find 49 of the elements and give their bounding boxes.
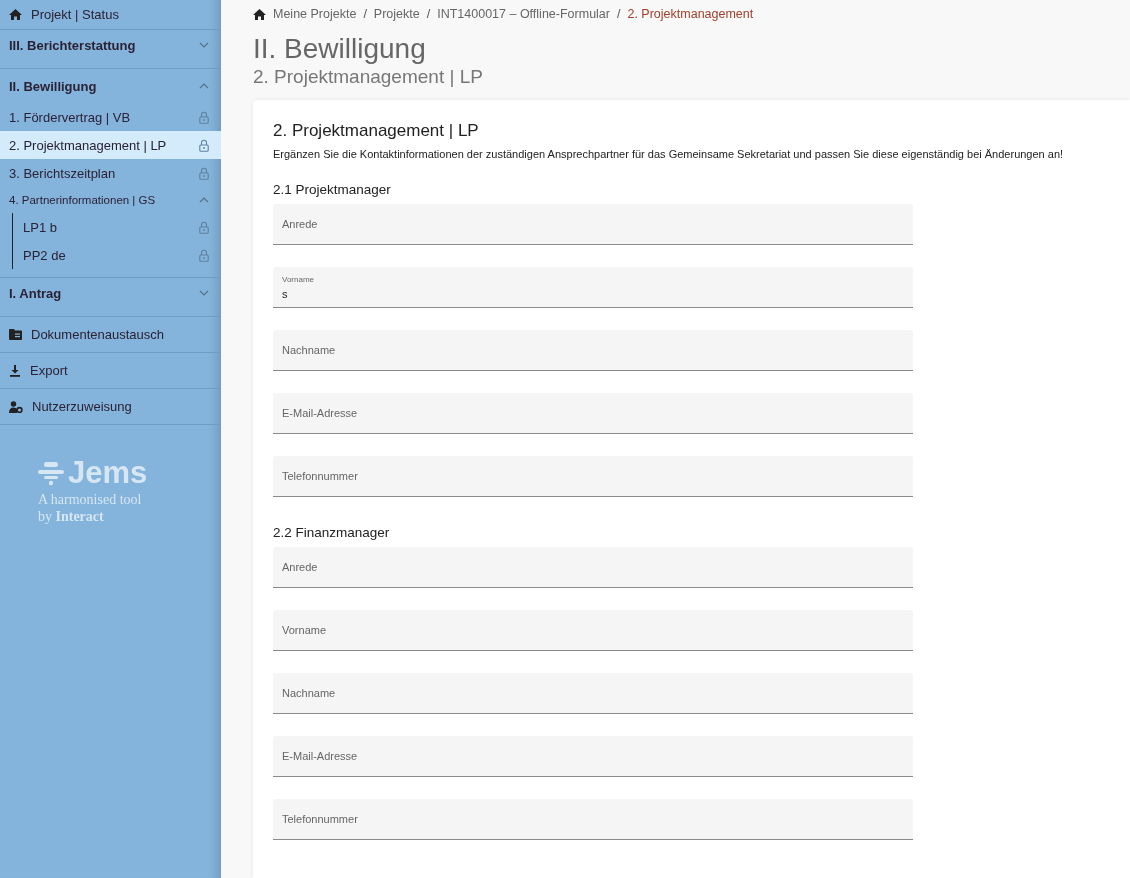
breadcrumb-separator: / — [363, 7, 367, 21]
input-field[interactable]: Anrede — [273, 204, 913, 245]
nav-item[interactable]: LP1 b — [13, 213, 221, 241]
card-title: 2. Projektmanagement | LP — [273, 120, 480, 142]
nav-link[interactable]: Export — [0, 353, 221, 389]
input-field[interactable]: Telefonnummer — [273, 799, 913, 840]
folder-icon — [9, 329, 22, 340]
breadcrumb-separator: / — [426, 7, 431, 21]
nav-link[interactable]: Nutzerzuweisung — [0, 389, 221, 425]
section-title: 2.1 Projektmanager — [273, 182, 392, 197]
input-field[interactable]: Nachname — [273, 673, 913, 714]
chevron-up-icon — [199, 83, 209, 89]
page-title: II. Bewilligung — [253, 34, 427, 64]
nav-link[interactable]: Dokumentenaustausch — [0, 317, 221, 353]
chevron-down-icon — [199, 290, 209, 296]
download-icon — [9, 364, 21, 377]
input-field[interactable]: Telefonnummer — [273, 456, 913, 497]
nav-section[interactable]: III. Berichterstattung — [0, 30, 221, 60]
input-field[interactable]: Anrede — [273, 547, 913, 588]
nav-section[interactable]: II. Bewilligung — [0, 69, 221, 103]
input-field[interactable]: E-Mail-Adresse — [273, 393, 913, 434]
input-field[interactable]: E-Mail-Adresse — [273, 736, 913, 777]
nav-link[interactable]: Projekt | Status — [0, 0, 221, 30]
nav-section[interactable]: I. Antrag — [0, 278, 221, 308]
field-label: Vorname — [282, 275, 315, 284]
logo-name: Jems — [68, 455, 148, 491]
chevron-up-icon — [199, 197, 209, 203]
chevron-down-icon — [199, 42, 209, 48]
nav-item[interactable]: 2. Projektmanagement | LP — [0, 131, 221, 159]
breadcrumb-separator: / — [617, 7, 621, 21]
section-title: 2.2 Finanzmanager — [273, 525, 391, 540]
breadcrumb-link[interactable]: 2. Projektmanagement — [627, 7, 754, 21]
home-icon — [253, 8, 266, 20]
home-icon — [9, 9, 22, 20]
nav-group[interactable]: 4. Partnerinformationen | GS — [0, 187, 221, 213]
input-field[interactable]: Nachname — [273, 330, 913, 371]
logo-icon — [38, 460, 64, 486]
card-description: Ergänzen Sie die Kontaktinformationen der zuständigen Ansprechpartner für das Gemeinsame Sekretariat und passen Sie diese eigenständig bei Änderungen an! — [273, 148, 1065, 160]
page-subtitle: 2. Projektmanagement | LP — [253, 65, 484, 89]
user-gear-icon — [9, 400, 23, 413]
nav-item[interactable]: 3. Berichtszeitplan — [0, 159, 221, 187]
nav-item[interactable]: 1. Fördervertrag | VB — [0, 103, 221, 131]
breadcrumb-link[interactable]: Projekte — [373, 7, 420, 21]
logo-tagline: A harmonised tool — [38, 491, 143, 508]
breadcrumb-link[interactable]: Meine Projekte — [273, 7, 357, 21]
input-field[interactable]: Vorname — [273, 610, 913, 651]
breadcrumb-link[interactable]: INT1400017 – Offline-Formular — [437, 7, 610, 21]
nav-item[interactable]: PP2 de — [13, 241, 221, 269]
logo-byline: by Interact — [38, 508, 105, 525]
